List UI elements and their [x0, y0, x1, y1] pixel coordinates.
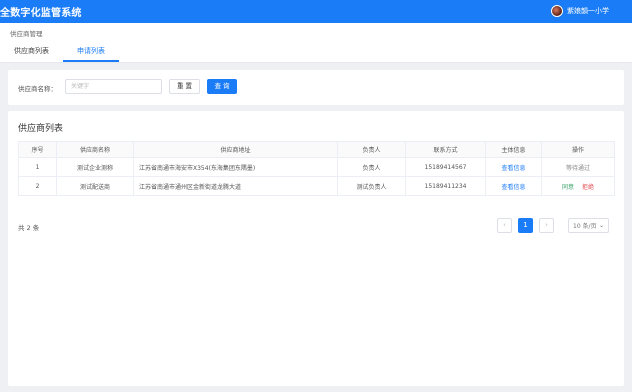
row-phone: 15189414567 [405, 157, 486, 177]
row-info-cell: 查看信息 [485, 176, 542, 196]
supplier-name-input[interactable] [65, 79, 162, 94]
col-header-actions: 操作 [541, 141, 615, 158]
col-header-contact: 负责人 [337, 141, 406, 158]
row-info-cell: 查看信息 [485, 157, 542, 177]
user-menu[interactable]: 紫娘韻一小学 [551, 5, 609, 17]
prev-page-button[interactable]: ‹ [497, 218, 512, 233]
search-label: 供应商名称： [18, 85, 57, 93]
tab-bar: 供应商列表 申请列表 [0, 43, 119, 62]
row-actions-cell: 等待通过 [541, 157, 615, 177]
breadcrumb: 供应商管理 [10, 30, 43, 38]
page-size-label: 10 条/页 [573, 223, 597, 230]
row-contact: 测试负责人 [337, 176, 406, 196]
user-name[interactable]: 紫娘韻一小学 [567, 6, 609, 16]
table-header-row: 序号 供应商名称 供应商地址 负责人 联系方式 主体信息 操作 [18, 141, 615, 158]
tab-application-list[interactable]: 申请列表 [63, 43, 119, 62]
supplier-list-panel: 供应商列表 序号 供应商名称 供应商地址 负责人 联系方式 主体信息 操作 1 … [8, 111, 624, 386]
view-info-link[interactable]: 查看信息 [501, 165, 525, 172]
row-actions-cell: 同意 拒绝 [541, 176, 615, 196]
tab-supplier-list[interactable]: 供应商列表 [0, 43, 63, 62]
table-row: 2 测试配送商 江苏省南通市通州区金新街道龙腾大道 测试负责人 15189411… [18, 176, 615, 196]
page-number-button[interactable]: 1 [518, 218, 533, 233]
row-address: 江苏省南通市海安市X354(东海集团东隅墨) [133, 157, 338, 177]
supplier-table: 序号 供应商名称 供应商地址 负责人 联系方式 主体信息 操作 1 测试企业测称… [18, 141, 615, 196]
row-index: 2 [18, 176, 57, 196]
search-panel: 供应商名称： 重 置 查 询 [8, 70, 624, 105]
col-header-name: 供应商名称 [56, 141, 134, 158]
page-nav: 供应商管理 供应商列表 申请列表 [0, 23, 632, 63]
query-button[interactable]: 查 询 [207, 79, 237, 94]
col-header-phone: 联系方式 [405, 141, 486, 158]
table-row: 1 测试企业测称 江苏省南通市海安市X354(东海集团东隅墨) 负责人 1518… [18, 157, 615, 177]
app-title: 全数字化监管系统 [0, 8, 82, 19]
next-page-button[interactable]: › [539, 218, 554, 233]
view-info-link[interactable]: 查看信息 [501, 184, 525, 191]
row-address: 江苏省南通市通州区金新街道龙腾大道 [133, 176, 338, 196]
top-bar: 全数字化监管系统 紫娘韻一小学 [0, 0, 632, 23]
list-title: 供应商列表 [18, 124, 64, 134]
row-supplier-name: 测试配送商 [56, 176, 134, 196]
status-text: 等待通过 [565, 164, 590, 172]
row-index: 1 [18, 157, 57, 177]
avatar[interactable] [551, 5, 563, 17]
row-contact: 负责人 [337, 157, 406, 177]
row-phone: 15189411234 [405, 176, 486, 196]
total-count: 共 2 条 [18, 224, 40, 232]
col-header-address: 供应商地址 [133, 141, 338, 158]
pagination: ‹ 1 › 10 条/页 ⌄ [497, 218, 609, 233]
col-header-index: 序号 [18, 141, 57, 158]
reset-button[interactable]: 重 置 [169, 79, 200, 94]
reject-button[interactable]: 拒绝 [582, 184, 594, 191]
col-header-info: 主体信息 [485, 141, 542, 158]
chevron-down-icon: ⌄ [598, 222, 604, 229]
approve-button[interactable]: 同意 [562, 184, 574, 191]
row-supplier-name: 测试企业测称 [56, 157, 134, 177]
page-size-select[interactable]: 10 条/页 ⌄ [568, 218, 609, 233]
